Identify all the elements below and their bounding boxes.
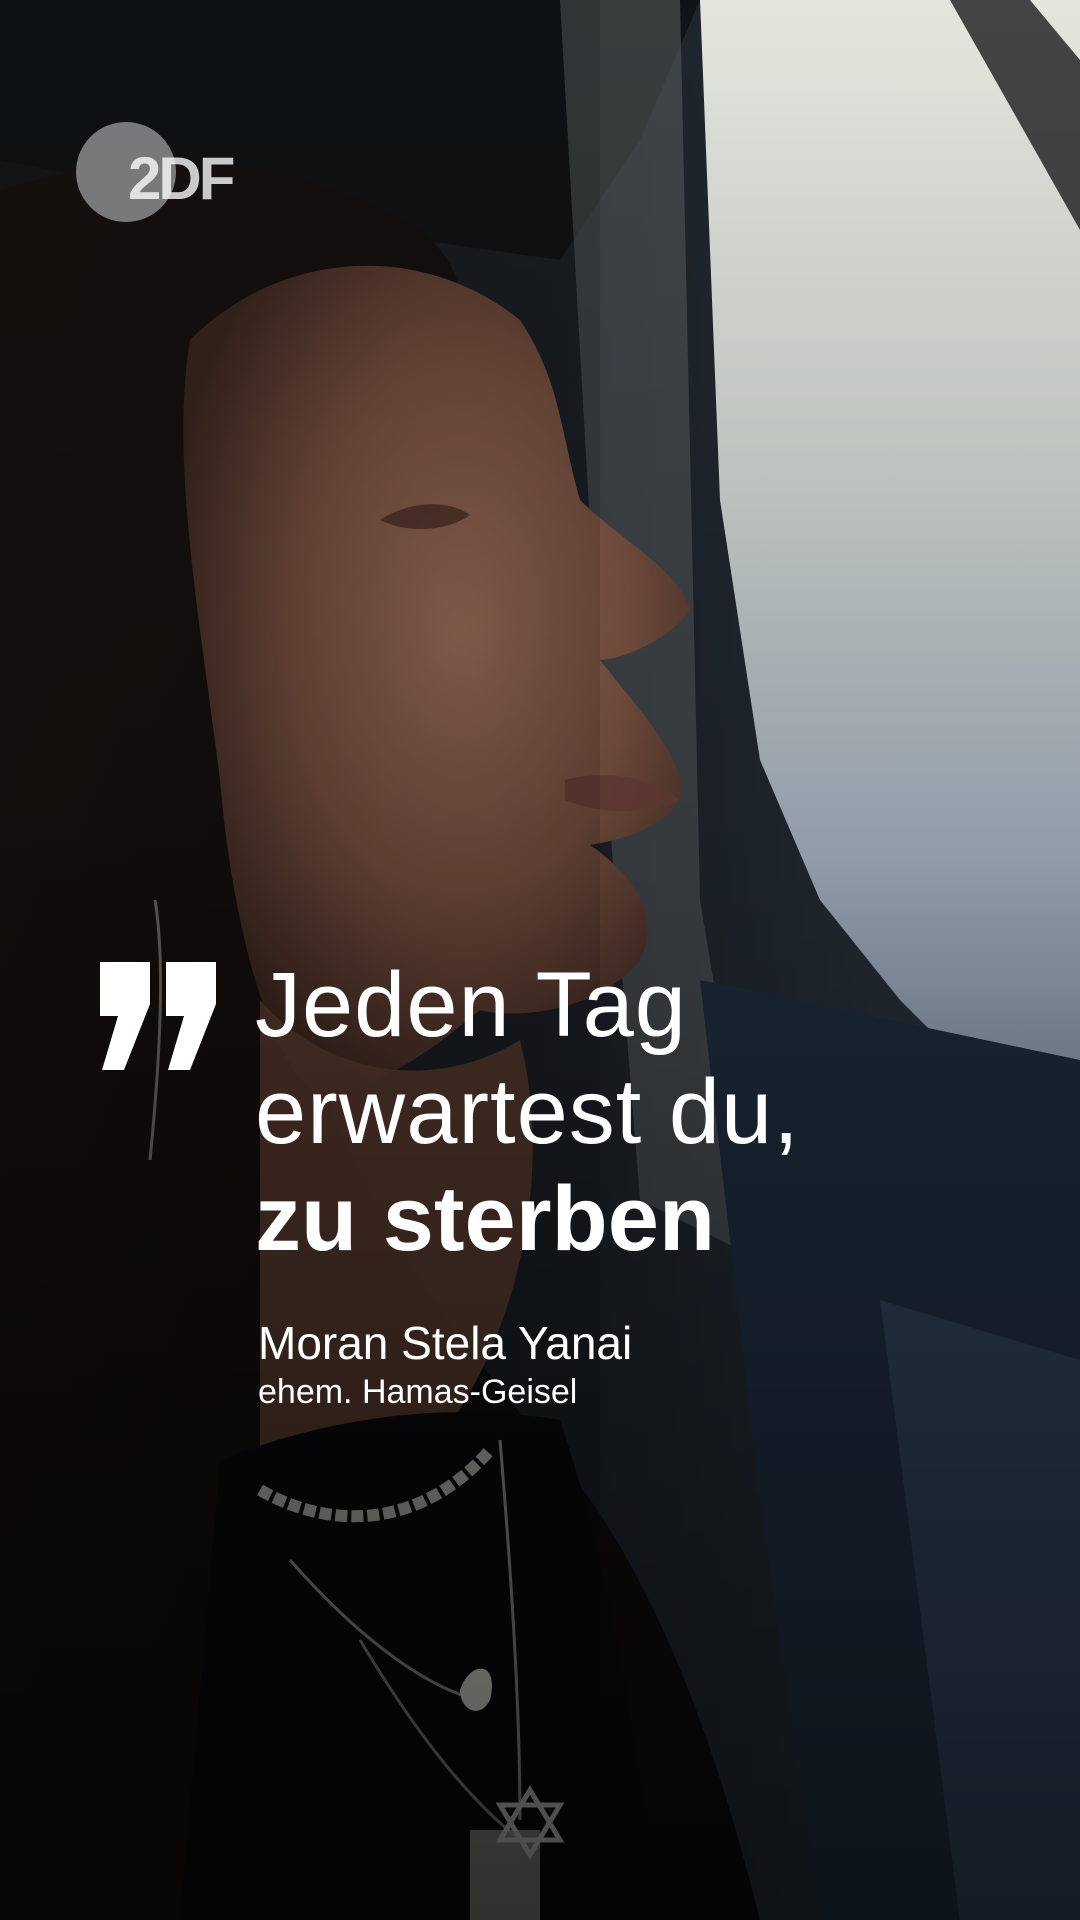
zdf-logo: 2DF <box>76 120 256 229</box>
quote-line-2: erwartest du, <box>255 1061 800 1163</box>
quote-attribution: Moran Stela Yanai ehem. Hamas-Geisel <box>258 1316 632 1414</box>
video-frame: 2DF Jeden Tag erwartest du, zu sterben M… <box>0 0 1080 1920</box>
quote-line-3: zu sterben <box>255 1168 716 1270</box>
speaker-role: ehem. Hamas-Geisel <box>258 1373 578 1411</box>
quote-line-1: Jeden Tag <box>255 954 687 1056</box>
quote-mark-icon <box>100 962 216 1070</box>
speaker-name: Moran Stela Yanai <box>258 1317 633 1369</box>
quote-text: Jeden Tag erwartest du, zu sterben <box>255 952 800 1273</box>
zdf-logo-text: 2DF <box>128 145 235 212</box>
